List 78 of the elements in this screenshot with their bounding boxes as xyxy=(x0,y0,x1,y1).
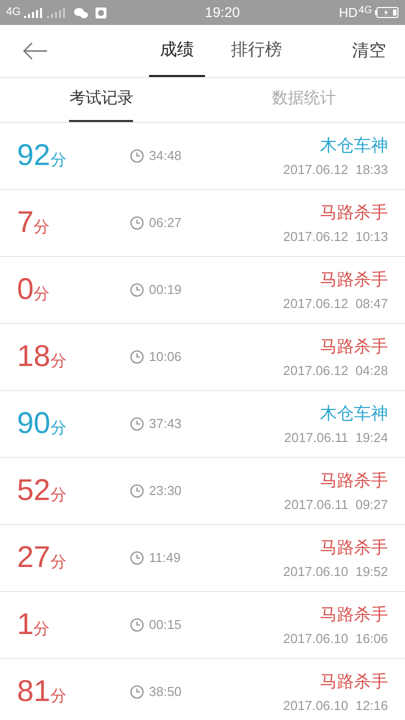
duration-text: 23:30 xyxy=(149,482,182,500)
hd-label: HD xyxy=(338,4,358,22)
score-value: 27 xyxy=(17,543,50,573)
record-row[interactable]: 0分 00:19 马路杀手 2017.06.12 08:47 xyxy=(0,257,405,324)
duration-text: 34:48 xyxy=(149,147,182,166)
network-label: 4G xyxy=(358,6,372,16)
rank-title: 木仓车神 xyxy=(320,402,388,424)
header-tab[interactable]: 成绩 xyxy=(149,25,205,77)
chat-icon xyxy=(74,6,88,18)
score-unit: 分 xyxy=(50,421,66,437)
duration-text: 06:27 xyxy=(149,214,182,232)
duration-text: 37:43 xyxy=(149,415,182,434)
rank-title: 马路杀手 xyxy=(320,202,388,224)
clear-button[interactable]: 清空 xyxy=(315,25,405,77)
score-unit: 分 xyxy=(34,622,50,638)
record-date: 2017.06.10 19:52 xyxy=(283,563,388,581)
record-date: 2017.06.10 12:16 xyxy=(283,697,388,715)
network-label: 4G xyxy=(6,5,21,20)
clock-icon xyxy=(130,417,144,431)
score-unit: 分 xyxy=(50,488,66,504)
rank-title: 马路杀手 xyxy=(320,336,388,358)
clock-icon xyxy=(130,685,144,699)
rank-title: 木仓车神 xyxy=(320,134,388,156)
score-value: 90 xyxy=(17,409,50,439)
score-value: 52 xyxy=(17,476,50,506)
score-value: 1 xyxy=(17,610,34,640)
rank-title: 马路杀手 xyxy=(320,536,388,558)
record-date: 2017.06.12 08:47 xyxy=(283,295,388,313)
record-row[interactable]: 1分 00:15 马路杀手 2017.06.10 16:06 xyxy=(0,592,405,659)
clock-icon xyxy=(130,350,144,364)
record-row[interactable]: 90分 37:43 木仓车神 2017.06.11 19:24 xyxy=(0,391,405,458)
score-unit: 分 xyxy=(50,555,66,571)
rank-title: 马路杀手 xyxy=(320,470,388,492)
record-date: 2017.06.10 16:06 xyxy=(283,630,388,648)
clock-icon xyxy=(130,484,144,498)
status-time: 19:20 xyxy=(204,3,241,22)
record-date: 2017.06.11 09:27 xyxy=(284,496,388,514)
record-date: 2017.06.12 10:13 xyxy=(283,228,388,246)
record-date: 2017.06.12 04:28 xyxy=(283,362,388,380)
clock-icon xyxy=(130,551,144,565)
record-row[interactable]: 27分 11:49 马路杀手 2017.06.10 19:52 xyxy=(0,525,405,592)
sub-tab[interactable]: 数据统计 xyxy=(272,78,336,122)
clock-icon xyxy=(130,283,144,297)
record-row[interactable]: 92分 34:48 木仓车神 2017.06.12 18:33 xyxy=(0,123,405,190)
sub-tab[interactable]: 考试记录 xyxy=(69,78,134,122)
duration-text: 11:49 xyxy=(149,549,181,568)
record-date: 2017.06.11 19:24 xyxy=(284,429,388,447)
record-row[interactable]: 18分 10:06 马路杀手 2017.06.12 04:28 xyxy=(0,324,405,391)
signal-icon xyxy=(24,8,44,18)
record-row[interactable]: 81分 38:50 马路杀手 2017.06.10 12:16 xyxy=(0,659,405,720)
rank-title: 马路杀手 xyxy=(320,604,388,626)
score-value: 0 xyxy=(17,275,34,305)
score-value: 81 xyxy=(17,677,50,707)
record-date: 2017.06.12 18:33 xyxy=(283,161,388,179)
battery-icon xyxy=(375,7,399,18)
score-unit: 分 xyxy=(50,354,66,370)
app-icon xyxy=(94,6,107,18)
duration-text: 00:15 xyxy=(149,616,182,634)
clock-icon xyxy=(130,149,144,163)
score-unit: 分 xyxy=(50,153,66,169)
score-unit: 分 xyxy=(34,287,50,303)
score-value: 18 xyxy=(17,342,50,372)
duration-text: 10:06 xyxy=(149,348,182,366)
duration-text: 00:19 xyxy=(149,281,182,300)
score-unit: 分 xyxy=(50,689,66,705)
duration-text: 38:50 xyxy=(149,683,182,702)
rank-title: 马路杀手 xyxy=(320,670,388,692)
back-arrow-icon xyxy=(22,42,48,60)
score-value: 92 xyxy=(17,141,50,171)
score-unit: 分 xyxy=(34,220,50,236)
clock-icon xyxy=(130,216,144,230)
signal-icon xyxy=(46,8,67,18)
record-row[interactable]: 52分 23:30 马路杀手 2017.06.11 09:27 xyxy=(0,458,405,525)
header-tab[interactable]: 排行榜 xyxy=(227,25,286,77)
clock-icon xyxy=(130,618,144,632)
rank-title: 马路杀手 xyxy=(320,268,388,290)
record-row[interactable]: 7分 06:27 马路杀手 2017.06.12 10:13 xyxy=(0,190,405,257)
score-value: 7 xyxy=(17,208,34,238)
